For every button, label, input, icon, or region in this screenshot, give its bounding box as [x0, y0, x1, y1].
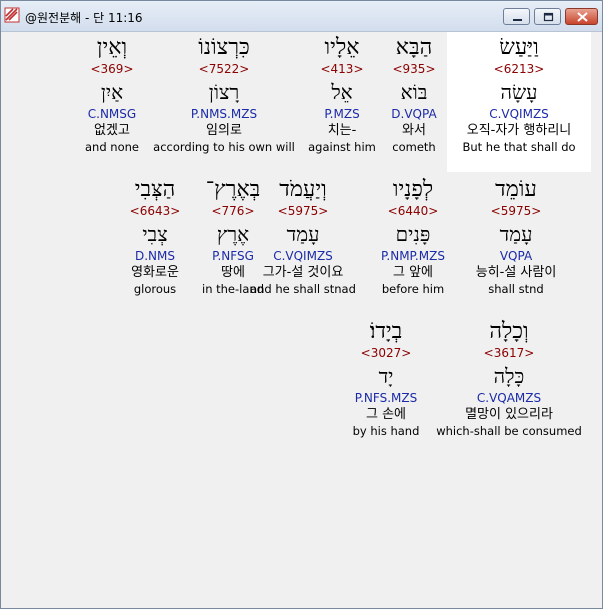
- word-card[interactable]: בְיָדוֹ׃ <3027> יָד P.NFS.MZS 그 손에 by hi…: [306, 318, 466, 439]
- hebrew-word: בְיָדוֹ׃: [369, 319, 403, 344]
- hebrew-word: הַצְּבִי: [134, 177, 176, 202]
- word-card[interactable]: וְאֵין <369> אַיִן C.NMSG 없겠고 and none: [32, 34, 192, 155]
- lemma: צְבִי: [142, 222, 168, 246]
- app-window: @원전분해 - 단 11:16 וַיַּעַשׂ <6213> עָשָׂה …: [0, 0, 603, 609]
- strong-number: <3027>: [360, 346, 412, 360]
- korean-gloss: 그 손에: [365, 407, 406, 422]
- verse-analysis-pane: וַיַּעַשׂ <6213> עָשָׂה C.VQIMZS 오직-자가 행…: [5, 32, 598, 604]
- korean-gloss: 영화로운: [131, 265, 179, 280]
- lemma: יָד: [378, 364, 394, 388]
- morphology: P.NFS.MZS: [354, 391, 418, 405]
- minimize-button[interactable]: [503, 8, 530, 25]
- korean-gloss: 없겠고: [94, 123, 130, 138]
- window-title: @원전분해 - 단 11:16: [25, 11, 143, 25]
- app-logo-icon: [4, 7, 20, 23]
- strong-number: <369>: [90, 62, 134, 76]
- close-icon: [577, 12, 588, 22]
- title-bar[interactable]: @원전분해 - 단 11:16: [1, 1, 602, 32]
- close-button[interactable]: [565, 8, 598, 25]
- minimize-icon: [513, 19, 522, 21]
- english-gloss: by his hand: [352, 424, 420, 438]
- english-gloss: glorous: [133, 282, 177, 296]
- maximize-button[interactable]: [534, 8, 561, 25]
- word-card[interactable]: הַצְּבִי <6643> צְבִי D.NMS 영화로운 glorous: [75, 176, 235, 297]
- strong-number: <6643>: [129, 204, 181, 218]
- hebrew-word: וְאֵין: [96, 35, 128, 60]
- maximize-icon: [543, 12, 554, 22]
- lemma: אַיִן: [100, 80, 124, 104]
- english-gloss: and none: [85, 140, 139, 154]
- morphology: C.NMSG: [87, 107, 137, 121]
- morphology: D.NMS: [134, 249, 175, 263]
